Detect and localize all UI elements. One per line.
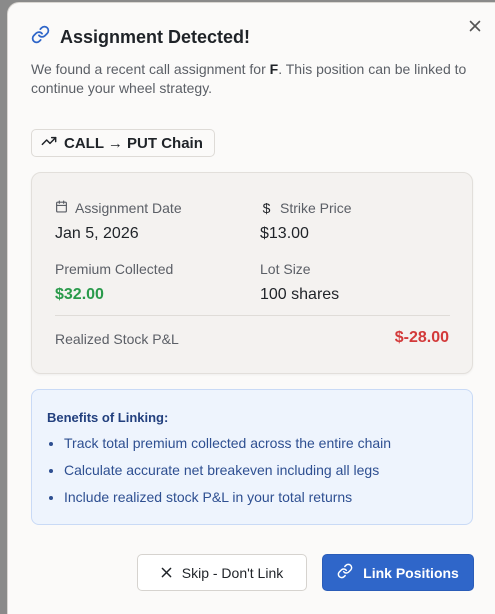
strike-price-field: $ Strike Price $13.00 <box>260 199 352 243</box>
premium-value: $32.00 <box>55 286 104 303</box>
dollar-icon: $ <box>262 200 271 216</box>
strike-price-label: Strike Price <box>280 200 352 216</box>
benefits-panel: Benefits of Linking: Track total premium… <box>31 389 473 525</box>
chain-badge: CALL → PUT Chain <box>31 129 215 157</box>
assignment-date-value: Jan 5, 2026 <box>55 225 139 242</box>
link-icon <box>31 25 50 49</box>
list-item: Calculate accurate net breakeven includi… <box>47 462 391 489</box>
skip-button[interactable]: Skip - Don't Link <box>137 554 307 591</box>
skip-button-label: Skip - Don't Link <box>181 564 284 581</box>
link-positions-button[interactable]: Link Positions <box>322 554 474 591</box>
assignment-details-card: Assignment Date Jan 5, 2026 $ Strike Pri… <box>31 172 473 374</box>
list-item: Track total premium collected across the… <box>47 435 391 462</box>
lot-size-label: Lot Size <box>260 261 311 277</box>
assignment-date-field: Assignment Date Jan 5, 2026 <box>55 199 182 243</box>
premium-label: Premium Collected <box>55 261 174 277</box>
assignment-date-label: Assignment Date <box>75 200 182 216</box>
close-icon[interactable] <box>465 16 485 36</box>
lot-size-value: 100 shares <box>260 286 340 303</box>
close-icon <box>161 565 172 581</box>
realized-pl-label: Realized Stock P&L <box>55 331 179 347</box>
dialog-title: Assignment Detected! <box>60 26 251 47</box>
assignment-dialog: Assignment Detected! We found a recent c… <box>7 2 495 614</box>
calendar-icon <box>55 200 68 216</box>
dialog-description: We found a recent call assignment for F.… <box>31 61 467 96</box>
link-positions-label: Link Positions <box>363 564 459 581</box>
benefits-list: Track total premium collected across the… <box>47 435 391 516</box>
list-item: Include realized stock P&L in your total… <box>47 489 391 516</box>
benefits-title: Benefits of Linking: <box>47 410 169 425</box>
ticker-symbol: F <box>269 61 279 77</box>
bullet-icon <box>49 496 53 500</box>
link-icon <box>337 563 353 582</box>
bullet-icon <box>49 469 53 473</box>
realized-pl-value: $-28.00 <box>394 329 449 346</box>
dialog-header: Assignment Detected! <box>31 25 250 49</box>
divider <box>55 315 450 316</box>
lot-size-field: Lot Size 100 shares <box>260 260 339 304</box>
bullet-icon <box>49 442 53 446</box>
trending-up-icon <box>41 133 57 153</box>
strike-price-value: $13.00 <box>260 225 309 242</box>
chain-badge-label: CALL → PUT Chain <box>64 134 203 152</box>
premium-field: Premium Collected $32.00 <box>55 260 173 304</box>
